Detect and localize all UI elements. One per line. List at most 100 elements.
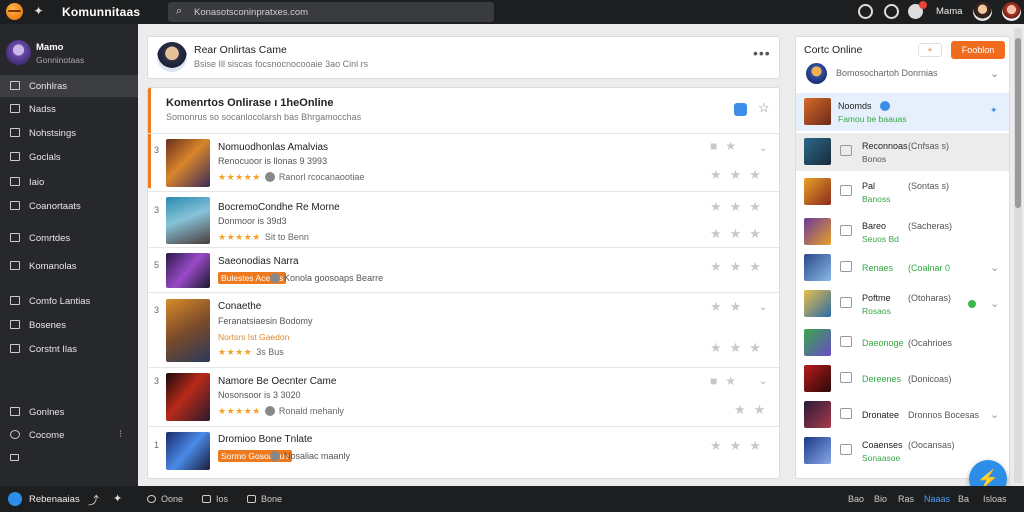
list-item[interactable]: 3 Namore Be Oecnter Came Nosonsoor is 3 … bbox=[148, 367, 779, 426]
row-rating-actions[interactable]: ★★★ bbox=[710, 226, 769, 242]
primary-action-button[interactable]: Fooblon bbox=[951, 41, 1005, 59]
sidebar-item-7[interactable]: Komanolas bbox=[0, 255, 138, 277]
bottom-right-3[interactable]: Naaas bbox=[924, 494, 950, 504]
bottom-item-2[interactable]: Bone bbox=[247, 494, 282, 504]
friend-row[interactable]: Dereenes (Donicoas) bbox=[796, 360, 1009, 398]
more-icon[interactable]: ⁝ bbox=[119, 429, 122, 440]
game-thumbnail[interactable] bbox=[166, 432, 210, 470]
game-thumbnail[interactable] bbox=[166, 253, 210, 288]
sidebar-item-3[interactable]: Goclals bbox=[0, 146, 138, 168]
sidebar-item-5[interactable]: Coanortaats bbox=[0, 195, 138, 217]
sidebar-item-8[interactable]: Comfo Lantias bbox=[0, 290, 138, 312]
bottom-username[interactable]: Rebenaaias bbox=[29, 494, 80, 505]
game-title[interactable]: Dromioo Bone Tnlate bbox=[218, 434, 312, 445]
favorite-icon[interactable]: ☆ bbox=[758, 100, 770, 116]
game-title[interactable]: Conaethe bbox=[218, 301, 261, 312]
friend-status: Rosaos bbox=[862, 306, 891, 316]
bottom-right-5[interactable]: Isloas bbox=[983, 494, 1007, 504]
sidebar-item-9[interactable]: Bosenes bbox=[0, 314, 138, 336]
row-actions[interactable]: ★★★ bbox=[710, 438, 769, 454]
bottom-right-1[interactable]: Bio bbox=[874, 494, 887, 504]
game-title[interactable]: BocremoCondhe Re Morne bbox=[218, 202, 340, 213]
bottom-item-1[interactable]: Ios bbox=[202, 494, 228, 504]
sidebar-item-6[interactable]: Comrtdes bbox=[0, 227, 138, 249]
chevron-down-icon[interactable]: ⌄ bbox=[990, 261, 999, 274]
sidebar-item-12[interactable]: Cocome ⁝ bbox=[0, 424, 138, 446]
settings-icon[interactable] bbox=[858, 4, 873, 19]
sidebar-item-1[interactable]: Nadss bbox=[0, 98, 138, 120]
chevron-down-icon[interactable]: ⌄ bbox=[759, 376, 767, 387]
help-icon[interactable] bbox=[884, 4, 899, 19]
chevron-down-icon[interactable]: ⌄ bbox=[990, 408, 999, 421]
row-actions[interactable]: ★★ bbox=[710, 299, 749, 315]
game-rank: 3 bbox=[154, 205, 160, 215]
friend-name: Pal bbox=[862, 181, 876, 191]
game-thumbnail[interactable] bbox=[166, 197, 210, 244]
secondary-avatar[interactable] bbox=[1002, 2, 1021, 21]
game-meta: Sit to Benn bbox=[264, 232, 309, 242]
chevron-down-icon[interactable]: ⌄ bbox=[990, 67, 999, 80]
status-icon[interactable] bbox=[8, 492, 22, 506]
sidebar-item-11[interactable]: Gonlnes bbox=[0, 401, 138, 423]
list-item[interactable]: 3 Nomuodhonlas Amalvias Renocuoor is llo… bbox=[148, 133, 779, 191]
friend-row[interactable]: Noomds Famou be baauas ✦ bbox=[796, 93, 1009, 131]
friend-row[interactable]: Renaes (Coalnar 0 ⌄ bbox=[796, 249, 1009, 287]
sidebar-user[interactable]: Mamo Gonninotaas bbox=[0, 38, 138, 70]
pin-icon[interactable]: ✦ bbox=[113, 492, 122, 505]
add-chip[interactable]: + bbox=[918, 43, 942, 57]
info-badge-icon[interactable] bbox=[734, 103, 747, 116]
bottom-right-2[interactable]: Ras bbox=[898, 494, 914, 504]
game-thumbnail[interactable] bbox=[166, 373, 210, 421]
chevron-down-icon[interactable]: ⌄ bbox=[990, 297, 999, 310]
row-rating-actions[interactable]: ★★★ bbox=[710, 340, 769, 356]
pin-icon[interactable]: ✦ bbox=[990, 105, 998, 116]
topbar-username[interactable]: Mama bbox=[936, 6, 962, 17]
search-bar[interactable]: ⌕ bbox=[168, 2, 494, 22]
sidebar-item-4[interactable]: Iaio bbox=[0, 171, 138, 193]
more-options-icon[interactable]: ••• bbox=[753, 45, 771, 61]
game-title[interactable]: Nomuodhonlas Amalvias bbox=[218, 142, 328, 153]
bottom-right-4[interactable]: Ba bbox=[958, 494, 969, 504]
friend-row[interactable]: Reconnoas Bonos (Cnfsas s) bbox=[796, 133, 1009, 171]
row-actions[interactable]: ■★ bbox=[710, 374, 744, 388]
chevron-down-icon[interactable]: ⌄ bbox=[759, 302, 767, 313]
list-item[interactable]: 1 Dromioo Bone Tnlate Sormo Gosoaslua No… bbox=[148, 426, 779, 478]
row-rating-actions[interactable]: ★★ bbox=[734, 402, 773, 418]
friend-row[interactable]: Dronatee Dronnos Bocesas ⌄ bbox=[796, 396, 1009, 434]
search-input[interactable] bbox=[194, 5, 394, 19]
share-icon[interactable]: ⤴ bbox=[88, 492, 99, 508]
friend-row[interactable]: Daeonoge (Ocahrioes bbox=[796, 324, 1009, 362]
row-actions[interactable]: ■★ bbox=[710, 139, 744, 153]
sidebar-item-2[interactable]: Nohstsings bbox=[0, 122, 138, 144]
app-logo-icon[interactable] bbox=[6, 3, 23, 20]
tools-icon[interactable]: ✦ bbox=[31, 4, 46, 19]
row-actions[interactable]: ★★★ bbox=[710, 199, 769, 215]
game-thumbnail[interactable] bbox=[166, 299, 210, 362]
row-rating-actions[interactable]: ★★★ bbox=[710, 167, 769, 183]
chevron-down-icon[interactable]: ⌄ bbox=[759, 143, 767, 154]
friend-row[interactable]: Poftme Rosaos (Otoharas) ⌄ bbox=[796, 285, 1009, 323]
sidebar-item-0[interactable]: Conhlras bbox=[0, 75, 138, 97]
game-thumbnail[interactable] bbox=[166, 139, 210, 187]
sidebar-collapse[interactable] bbox=[0, 448, 138, 470]
friend-name: Renaes bbox=[862, 263, 894, 273]
home-icon bbox=[840, 145, 852, 156]
friend-row[interactable]: Bareo Seuos Bd (Sacheras) bbox=[796, 213, 1009, 251]
bottom-bar: Rebenaaias ⤴ ✦ Oone Ios Bone Bao Bio Ras… bbox=[0, 486, 1024, 512]
row-actions[interactable]: ★★★ bbox=[710, 259, 769, 275]
game-title[interactable]: Saeonodias Narra bbox=[218, 256, 299, 267]
post-composer[interactable]: Rear Onlirtas Came Bsise Ill siscas focs… bbox=[147, 36, 780, 79]
chart-icon bbox=[10, 407, 20, 416]
sidebar-item-10[interactable]: Corstnt Ilas bbox=[0, 338, 138, 360]
bottom-right-0[interactable]: Bao bbox=[848, 494, 864, 504]
bottom-item-0[interactable]: Oone bbox=[147, 494, 183, 504]
list-item[interactable]: 3 Conaethe Feranatsiaesin Bodomy Nortsrs… bbox=[148, 292, 779, 367]
list-item[interactable]: 3 BocremoCondhe Re Morne Donmoor is 39d3… bbox=[148, 191, 779, 247]
friend-row[interactable]: Pal Banoss (Sontas s) bbox=[796, 173, 1009, 211]
friend-name: Bareo bbox=[862, 221, 887, 231]
list-item[interactable]: 5 Saeonodias Narra Bulestes Acecas Konol… bbox=[148, 247, 779, 292]
scrollbar-thumb[interactable] bbox=[1015, 38, 1021, 208]
profile-avatar[interactable] bbox=[973, 2, 992, 21]
scrollbar[interactable] bbox=[1014, 28, 1022, 483]
game-title[interactable]: Namore Be Oecnter Came bbox=[218, 376, 336, 387]
